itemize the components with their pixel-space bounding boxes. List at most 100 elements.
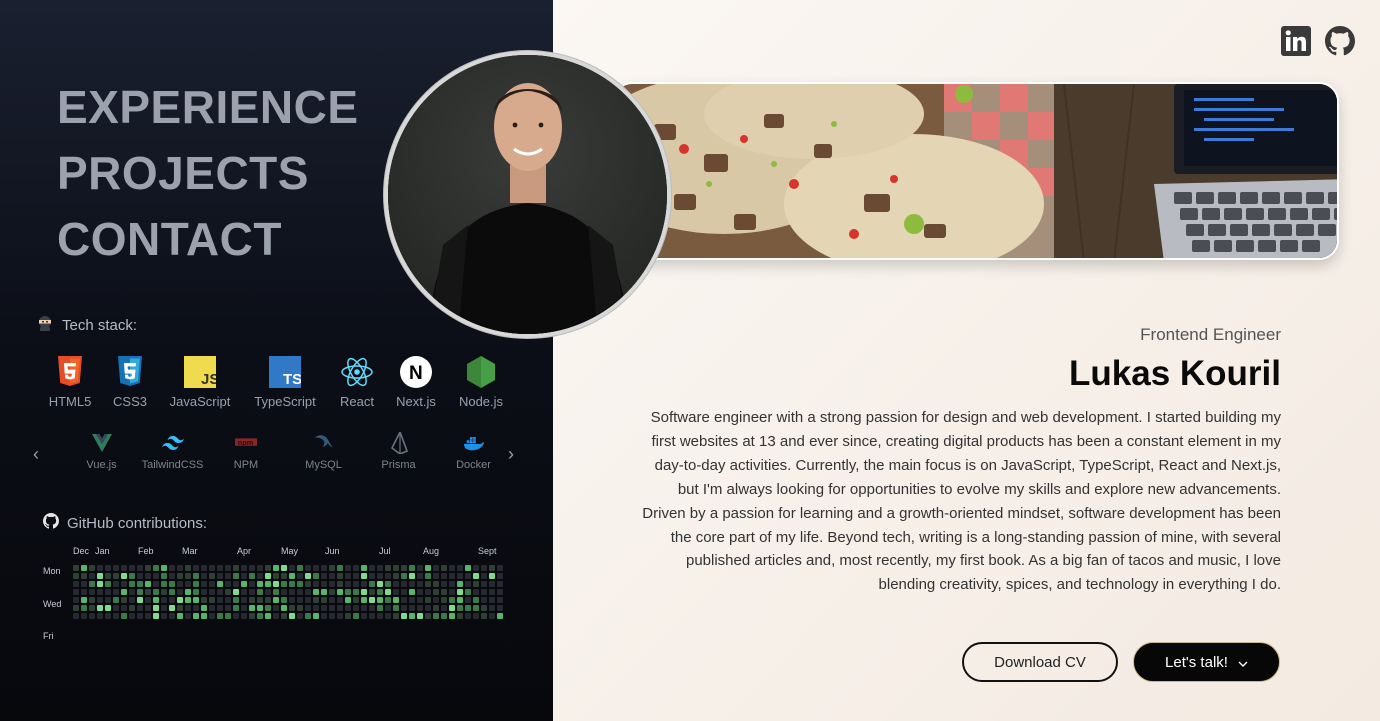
contribution-cell [297,613,303,619]
contribution-cell [361,573,367,579]
contribution-cell [81,581,87,587]
contribution-cell [457,589,463,595]
contribution-cell [241,605,247,611]
contribution-cell [289,565,295,571]
contribution-cell [81,565,87,571]
contribution-cell [257,613,263,619]
contribution-cell [369,605,375,611]
contribution-cell [441,613,447,619]
typescript-icon: TS [268,355,302,389]
contribution-cell [249,597,255,603]
contribution-cell [409,605,415,611]
github-link-icon[interactable] [1325,26,1355,56]
contribution-cell [113,589,119,595]
contribution-cell [161,565,167,571]
contribution-cell [497,605,503,611]
contribution-cell [425,573,431,579]
contribution-cell [369,573,375,579]
contribution-cell [361,565,367,571]
carousel-prev-arrow[interactable]: ‹ [33,444,39,465]
contribution-cell [281,613,287,619]
contribution-cell [345,597,351,603]
contribution-cell [289,605,295,611]
contribution-cell [401,605,407,611]
contribution-cell [145,613,151,619]
contribution-cell [369,613,375,619]
contribution-cell [209,565,215,571]
contribution-cell [217,613,223,619]
contribution-cell [385,573,391,579]
contribution-cell [153,581,159,587]
contribution-cell [361,589,367,595]
contribution-cell [129,605,135,611]
lets-talk-label: Let's talk! [1165,653,1228,671]
contribution-cell [361,605,367,611]
contribution-cell [145,565,151,571]
contribution-cell [257,565,263,571]
contribution-cell [433,613,439,619]
contribution-cell [217,589,223,595]
contribution-cell [473,581,479,587]
contribution-cell [297,573,303,579]
download-cv-button[interactable]: Download CV [962,642,1118,682]
vue-icon [91,432,113,454]
contribution-cell [353,581,359,587]
contribution-cell [273,589,279,595]
contribution-cell [369,589,375,595]
contribution-cell [233,605,239,611]
contribution-cell [377,565,383,571]
contribution-cell [201,565,207,571]
nav-contact[interactable]: CONTACT [57,206,359,272]
contribution-cell [201,613,207,619]
carousel-next-arrow[interactable]: › [508,444,514,465]
tech-mysql: MySQL [286,432,361,471]
month-label: Jun [325,546,340,556]
contribution-cell [161,573,167,579]
contribution-cell [497,573,503,579]
contribution-cell [353,589,359,595]
contribution-cell [169,605,175,611]
contribution-cell [105,581,111,587]
contribution-cell [409,573,415,579]
contribution-cell [169,589,175,595]
contribution-cell [73,597,79,603]
contribution-cell [97,573,103,579]
contribution-cell [153,565,159,571]
contribution-cell [169,597,175,603]
contribution-cell [105,605,111,611]
contribution-cell [145,573,151,579]
css3-icon [113,355,147,389]
contribution-cell [401,565,407,571]
contribution-cell [193,573,199,579]
contribution-cell [225,613,231,619]
contribution-cell [337,573,343,579]
contribution-cell [481,581,487,587]
contribution-cell [137,597,143,603]
contribution-cell [193,597,199,603]
contribution-cell [377,573,383,579]
contribution-cell [97,565,103,571]
contribution-cell [97,605,103,611]
contribution-cell [113,597,119,603]
contribution-cell [241,589,247,595]
contribution-cell [297,581,303,587]
contribution-cell [121,581,127,587]
person-name: Lukas Kouril [1069,354,1281,393]
contribution-cell [241,573,247,579]
nav-projects[interactable]: PROJECTS [57,140,359,206]
linkedin-icon[interactable] [1281,26,1311,56]
contribution-cell [217,573,223,579]
contribution-cell [313,597,319,603]
month-label: May [281,546,299,556]
nav-experience[interactable]: EXPERIENCE [57,74,359,140]
contribution-cell [121,597,127,603]
contribution-cell [137,589,143,595]
contribution-cell [265,565,271,571]
contribution-cell [345,565,351,571]
ninja-icon [36,314,54,336]
contribution-cell [209,581,215,587]
contribution-cell [73,573,79,579]
lets-talk-button[interactable]: Let's talk! [1133,642,1280,682]
contribution-cell [145,605,151,611]
month-label: Apr [237,546,252,556]
